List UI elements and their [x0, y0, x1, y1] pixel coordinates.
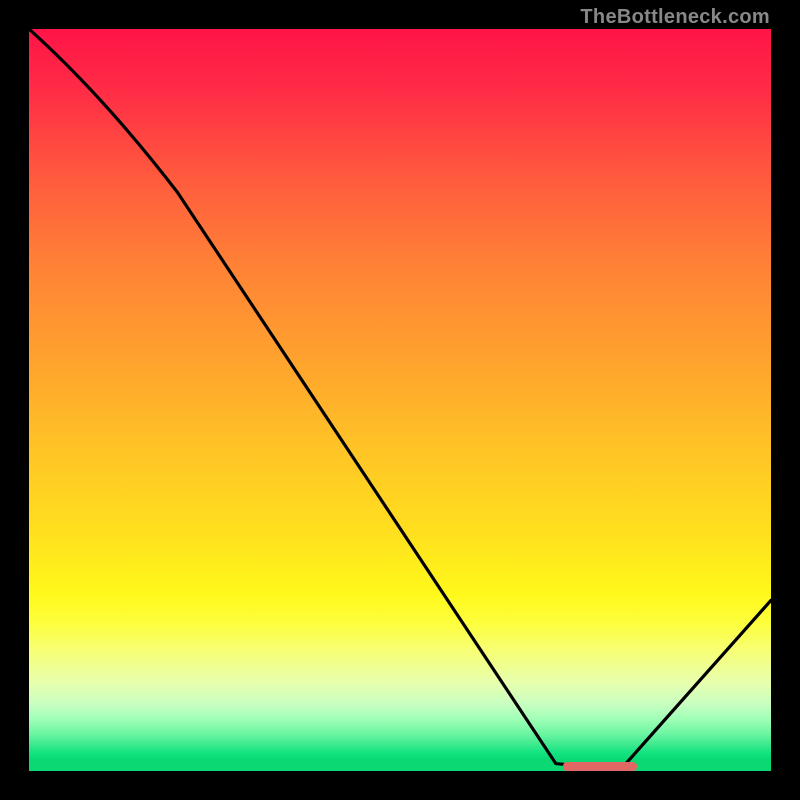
- curve-path: [29, 29, 771, 767]
- plot-area: [29, 29, 771, 771]
- optimal-marker: [563, 762, 637, 771]
- watermark-text: TheBottleneck.com: [580, 6, 770, 29]
- chart-container: TheBottleneck.com: [0, 0, 800, 800]
- line-curve: [29, 29, 771, 771]
